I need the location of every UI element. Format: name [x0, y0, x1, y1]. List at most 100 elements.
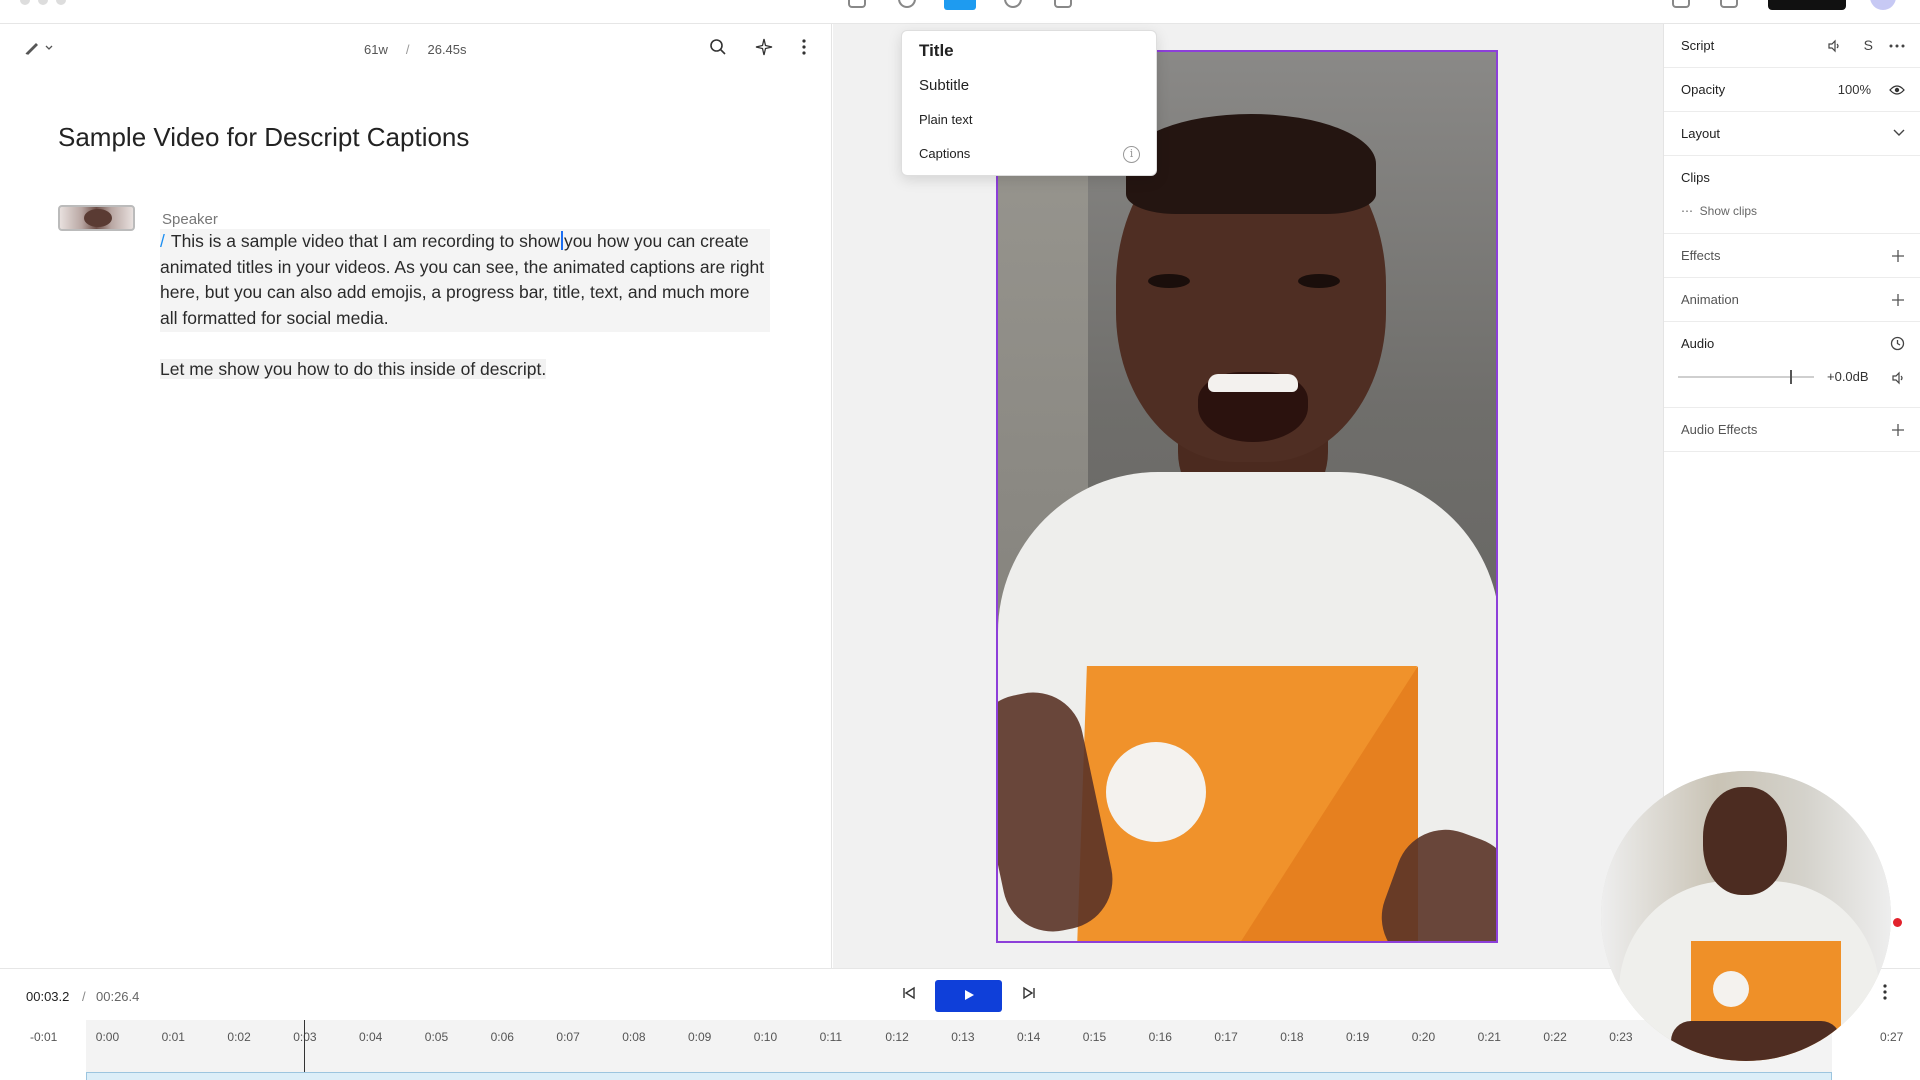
- play-icon: [964, 990, 974, 1000]
- clip-strip[interactable]: [86, 1072, 1832, 1080]
- ruler-tick-label: 0:11: [819, 1030, 843, 1044]
- top-toolbar: [0, 0, 1920, 24]
- history-icon[interactable]: [1720, 0, 1738, 8]
- window-close-dot[interactable]: [20, 0, 30, 5]
- audio-effects-label: Audio Effects: [1681, 422, 1758, 437]
- time-separator: /: [82, 989, 86, 1004]
- text-cursor: [560, 231, 563, 250]
- script-row: Script S: [1664, 24, 1920, 68]
- script-shortcut[interactable]: S: [1864, 37, 1873, 53]
- publish-button[interactable]: [1768, 0, 1846, 10]
- webcam-overlay[interactable]: [1601, 771, 1891, 1061]
- more-horizontal-icon: ⋯: [1681, 204, 1700, 218]
- speaker-icon[interactable]: [1827, 39, 1841, 53]
- menu-item-plain-text[interactable]: Plain text: [919, 112, 972, 127]
- shape-tool-icon[interactable]: [898, 0, 916, 8]
- opacity-label: Opacity: [1681, 82, 1726, 97]
- info-icon[interactable]: i: [1123, 146, 1140, 163]
- ruler-tick-label: 0:17: [1214, 1030, 1238, 1044]
- stats-separator: /: [405, 42, 410, 57]
- ruler-tick-label: 0:01: [161, 1030, 185, 1044]
- clips-row: Clips ⋯ Show clips: [1664, 156, 1920, 234]
- clock-icon[interactable]: [1890, 336, 1905, 351]
- speaker-thumbnail[interactable]: [58, 205, 135, 231]
- script-panel: 61w / 26.45s Sample Video for Descript C…: [0, 24, 832, 968]
- transcript-text-before-cursor[interactable]: This is a sample video that I am recordi…: [171, 231, 560, 251]
- ruler-tick-label: 0:00: [95, 1030, 120, 1044]
- animation-label: Animation: [1681, 292, 1739, 307]
- play-button[interactable]: [935, 980, 1002, 1012]
- opacity-row: Opacity 100%: [1664, 68, 1920, 112]
- timeline-track[interactable]: [86, 1020, 1832, 1080]
- skip-back-icon[interactable]: [902, 986, 916, 1000]
- chevron-down-icon: [45, 45, 53, 50]
- opacity-value[interactable]: 100%: [1838, 82, 1871, 97]
- speaker-label[interactable]: Speaker: [162, 211, 218, 228]
- ruler-tick-label: 0:10: [753, 1030, 778, 1044]
- ruler-tick-label: 0:09: [688, 1030, 712, 1044]
- select-tool-button[interactable]: [944, 0, 976, 10]
- text-tool-icon[interactable]: [848, 0, 866, 8]
- add-animation-icon[interactable]: [1891, 293, 1905, 307]
- playhead[interactable]: [304, 1020, 305, 1080]
- speaker-icon[interactable]: [1891, 371, 1905, 385]
- ruler-tick-label: 0:08: [622, 1030, 646, 1044]
- ruler-tick-label: 0:04: [359, 1030, 383, 1044]
- transcript-paragraph[interactable]: Let me show you how to do this inside of…: [160, 357, 770, 383]
- ruler-tick-label: 0:21: [1477, 1030, 1501, 1044]
- scene-marker[interactable]: /: [160, 231, 165, 251]
- ruler-tick-label: 0:02: [227, 1030, 251, 1044]
- transcript-paragraph[interactable]: / This is a sample video that I am record…: [160, 229, 770, 332]
- eye-icon[interactable]: [1889, 84, 1905, 96]
- layout-row[interactable]: Layout: [1664, 112, 1920, 156]
- window-zoom-dot[interactable]: [56, 0, 66, 5]
- sparkle-icon[interactable]: [755, 38, 773, 56]
- ruler-tick-label: 0:05: [424, 1030, 449, 1044]
- more-vertical-icon[interactable]: [801, 38, 807, 56]
- ruler-tick-label: 0:06: [490, 1030, 514, 1044]
- script-actions: [709, 38, 807, 56]
- effects-row: Effects: [1664, 234, 1920, 278]
- total-time: 00:26.4: [96, 989, 140, 1004]
- ruler-tick-label: 0:13: [951, 1030, 975, 1044]
- show-clips-label: Show clips: [1699, 204, 1758, 218]
- ruler-tick-label: 0:16: [1148, 1030, 1172, 1044]
- write-mode-menu[interactable]: [24, 40, 54, 56]
- add-audio-effect-icon[interactable]: [1891, 423, 1905, 437]
- ruler-tick-label: 0:07: [556, 1030, 580, 1044]
- search-icon[interactable]: [709, 38, 727, 56]
- video-frame[interactable]: [996, 50, 1498, 943]
- doc-title[interactable]: Sample Video for Descript Captions: [58, 122, 469, 153]
- slider-handle[interactable]: [1789, 370, 1792, 384]
- audio-volume-slider[interactable]: [1678, 370, 1814, 384]
- media-tool-icon[interactable]: [1004, 0, 1022, 8]
- menu-item-subtitle[interactable]: Subtitle: [919, 77, 969, 94]
- chevron-down-icon[interactable]: [1893, 129, 1905, 137]
- layout-tool-icon[interactable]: [1054, 0, 1072, 8]
- menu-item-captions[interactable]: Captions: [919, 146, 970, 161]
- pen-icon: [25, 43, 38, 55]
- menu-item-title[interactable]: Title: [919, 41, 954, 61]
- audio-gain-value[interactable]: +0.0dB: [1827, 369, 1869, 384]
- text-type-menu: Title Subtitle Plain text Captions i: [901, 30, 1157, 176]
- current-time: 00:03.2: [26, 989, 70, 1004]
- recording-indicator: [1893, 918, 1902, 927]
- show-clips-button[interactable]: ⋯ Show clips: [1681, 204, 1757, 218]
- window-minimize-dot[interactable]: [38, 0, 48, 5]
- ruler-tick-label: 0:19: [1346, 1030, 1370, 1044]
- ruler-tick-label: 0:14: [1017, 1030, 1041, 1044]
- ruler-tick-label: 0:12: [885, 1030, 909, 1044]
- audio-effects-row: Audio Effects: [1664, 408, 1920, 452]
- skip-forward-icon[interactable]: [1022, 986, 1036, 1000]
- ruler-tick-label: 0:15: [1082, 1030, 1107, 1044]
- transcript-text[interactable]: Let me show you how to do this inside of…: [160, 359, 547, 379]
- ruler-tick-label: -0:01: [30, 1030, 58, 1044]
- ruler-tick-label: 0:18: [1280, 1030, 1304, 1044]
- word-count: 61w: [364, 42, 388, 57]
- ruler-tick-label: 0:22: [1543, 1030, 1567, 1044]
- more-horizontal-icon[interactable]: [1889, 44, 1905, 48]
- add-effect-icon[interactable]: [1891, 249, 1905, 263]
- comment-icon[interactable]: [1672, 0, 1690, 8]
- audio-label: Audio: [1681, 336, 1715, 351]
- avatar[interactable]: [1870, 0, 1896, 10]
